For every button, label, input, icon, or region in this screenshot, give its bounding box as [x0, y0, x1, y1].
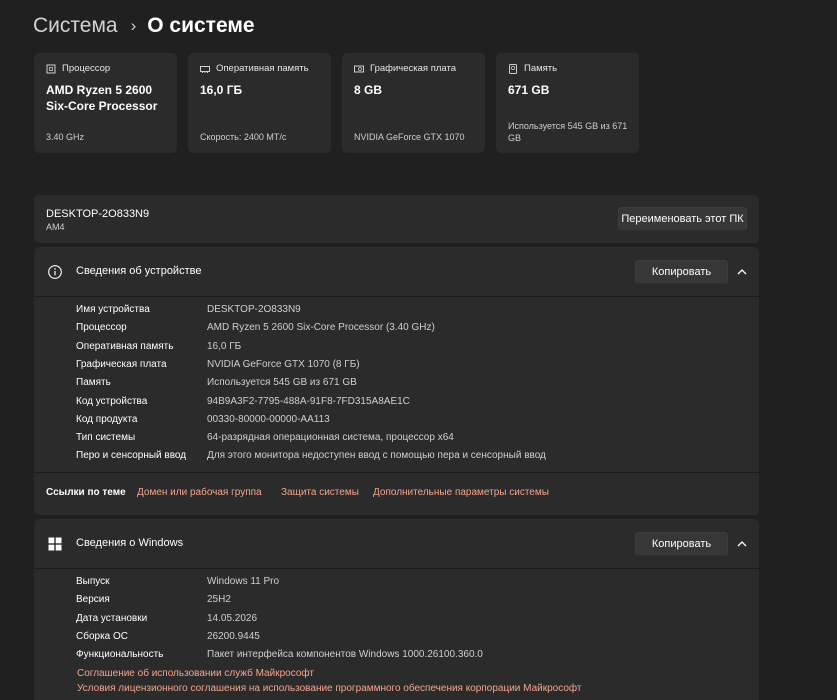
- table-row: Дата установки 14.05.2026: [76, 610, 736, 628]
- row-value: Пакет интерфейса компонентов Windows 100…: [207, 649, 483, 661]
- card-value: 8 GB: [354, 83, 383, 97]
- row-key: Код устройства: [76, 395, 148, 407]
- rename-pc-button[interactable]: Переименовать этот ПК: [618, 207, 747, 231]
- breadcrumb-parent-system[interactable]: Система: [33, 14, 118, 38]
- row-key: Графическая плата: [76, 358, 167, 370]
- table-row: Тип системы 64-разрядная операционная сис…: [76, 429, 736, 447]
- row-key: Процессор: [76, 322, 127, 334]
- windows-specs-section: Сведения о Windows Копировать Выпуск Wind…: [34, 519, 759, 700]
- table-row: Графическая плата NVIDIA GeForce GTX 1070…: [76, 356, 736, 374]
- pc-model: AM4: [46, 222, 65, 232]
- card-processor: Процессор AMD Ryzen 5 2600 Six-Core Proc…: [34, 53, 177, 153]
- pc-name: DESKTOP-2O833N9: [46, 208, 150, 220]
- row-value: 14.05.2026: [207, 612, 258, 624]
- link-domain-workgroup[interactable]: Домен или рабочая группа: [137, 487, 262, 498]
- table-row: Версия 25H2: [76, 591, 736, 609]
- row-key: Версия: [76, 594, 110, 606]
- card-value: 16,0 ГБ: [200, 83, 243, 97]
- table-row: Сборка ОС 26200.9445: [76, 628, 736, 646]
- link-microsoft-services-agreement[interactable]: Соглашение об использовании служб Майкро…: [77, 668, 314, 679]
- divider: [34, 568, 759, 569]
- breadcrumb: Система › О системе: [33, 13, 255, 39]
- link-system-protection[interactable]: Защита системы: [281, 487, 359, 498]
- device-specs-title: Сведения об устройстве: [76, 265, 202, 277]
- related-links: Ссылки по теме Домен или рабочая группа …: [34, 473, 759, 515]
- row-key: Код продукта: [76, 413, 138, 425]
- row-value: 64-разрядная операционная система, проце…: [207, 432, 454, 444]
- windows-specs-title: Сведения о Windows: [76, 537, 184, 549]
- table-row: Код устройства 94B9A3F2-7795-488A-91F8-7F…: [76, 393, 736, 411]
- card-label: Процессор: [62, 63, 111, 74]
- card-label: Оперативная память: [216, 63, 309, 74]
- table-row: Процессор AMD Ryzen 5 2600 Six-Core Proce…: [76, 319, 736, 337]
- row-value: 16,0 ГБ: [207, 340, 242, 352]
- row-value: 00330-80000-00000-AA113: [207, 413, 330, 425]
- processor-icon: [46, 64, 56, 73]
- card-storage: Память 671 GB Используется 545 GB из 671…: [496, 53, 639, 153]
- table-row: Выпуск Windows 11 Pro: [76, 573, 736, 591]
- card-value: AMD Ryzen 5 2600 Six-Core Processor: [46, 83, 158, 113]
- device-specs-section: Сведения об устройстве Копировать Имя ус…: [34, 247, 759, 515]
- divider: [34, 296, 759, 297]
- table-row: Функциональность Пакет интерфейса компоне…: [76, 646, 736, 664]
- row-value: 26200.9445: [207, 630, 260, 642]
- device-specs-header[interactable]: Сведения об устройстве Копировать: [34, 247, 759, 296]
- card-sub: 3.40 GHz: [46, 132, 85, 142]
- table-row: Перо и сенсорный ввод Для этого монитора …: [76, 447, 736, 465]
- info-icon: [48, 265, 62, 279]
- card-sub: Скорость: 2400 МТ/с: [200, 132, 287, 142]
- card-ram: Оперативная память 16,0 ГБ Скорость: 240…: [188, 53, 331, 153]
- row-value: 94B9A3F2-7795-488A-91F8-7FD315A8AE1C: [207, 395, 410, 407]
- card-sub: NVIDIA GeForce GTX 1070: [354, 132, 465, 142]
- chevron-up-icon[interactable]: [736, 538, 748, 550]
- card-sub: Используется 545 GB из 671 GB: [508, 121, 628, 143]
- card-label: Графическая плата: [370, 63, 457, 74]
- row-value: Используется 545 GB из 671 GB: [207, 377, 357, 389]
- copy-device-specs-button[interactable]: Копировать: [635, 260, 728, 284]
- row-key: Перо и сенсорный ввод: [76, 450, 187, 462]
- row-key: Оперативная память: [76, 340, 174, 352]
- row-value: 25H2: [207, 594, 231, 606]
- windows-logo-icon: [48, 537, 62, 551]
- gpu-icon: [354, 65, 364, 72]
- row-value: DESKTOP-2O833N9: [207, 304, 301, 315]
- table-row: Имя устройства DESKTOP-2O833N9: [76, 301, 736, 319]
- row-key: Сборка ОС: [76, 630, 129, 642]
- row-value: AMD Ryzen 5 2600 Six-Core Processor (3.4…: [207, 322, 435, 334]
- copy-windows-specs-button[interactable]: Копировать: [635, 532, 728, 556]
- row-value: NVIDIA GeForce GTX 1070 (8 ГБ): [207, 358, 360, 370]
- card-label: Память: [524, 63, 558, 74]
- row-key: Дата установки: [76, 612, 148, 624]
- breadcrumb-separator: ›: [130, 16, 137, 35]
- link-microsoft-license-terms[interactable]: Условия лицензионного соглашения на испо…: [77, 683, 582, 694]
- row-key: Функциональность: [76, 649, 164, 661]
- row-value: Для этого монитора недоступен ввод с пом…: [207, 450, 546, 462]
- card-gpu: Графическая плата 8 GB NVIDIA GeForce GT…: [342, 53, 485, 153]
- table-row: Код продукта 00330-80000-00000-AA113: [76, 411, 736, 429]
- storage-icon: [509, 63, 517, 74]
- page-title: О системе: [147, 14, 255, 37]
- related-links-label: Ссылки по теме: [46, 487, 126, 498]
- row-key: Выпуск: [76, 576, 110, 587]
- ram-icon: [200, 65, 210, 73]
- chevron-up-icon[interactable]: [736, 266, 748, 278]
- windows-specs-header[interactable]: Сведения о Windows Копировать: [34, 519, 759, 568]
- table-row: Оперативная память 16,0 ГБ: [76, 338, 736, 356]
- pc-name-bar: DESKTOP-2O833N9 AM4 Переименовать этот П…: [34, 195, 759, 243]
- row-key: Память: [76, 377, 111, 389]
- row-key: Имя устройства: [76, 304, 150, 315]
- row-key: Тип системы: [76, 432, 136, 444]
- row-value: Windows 11 Pro: [207, 576, 280, 587]
- table-row: Память Используется 545 GB из 671 GB: [76, 374, 736, 392]
- link-advanced-system-settings[interactable]: Дополнительные параметры системы: [373, 487, 549, 498]
- card-value: 671 GB: [508, 83, 550, 97]
